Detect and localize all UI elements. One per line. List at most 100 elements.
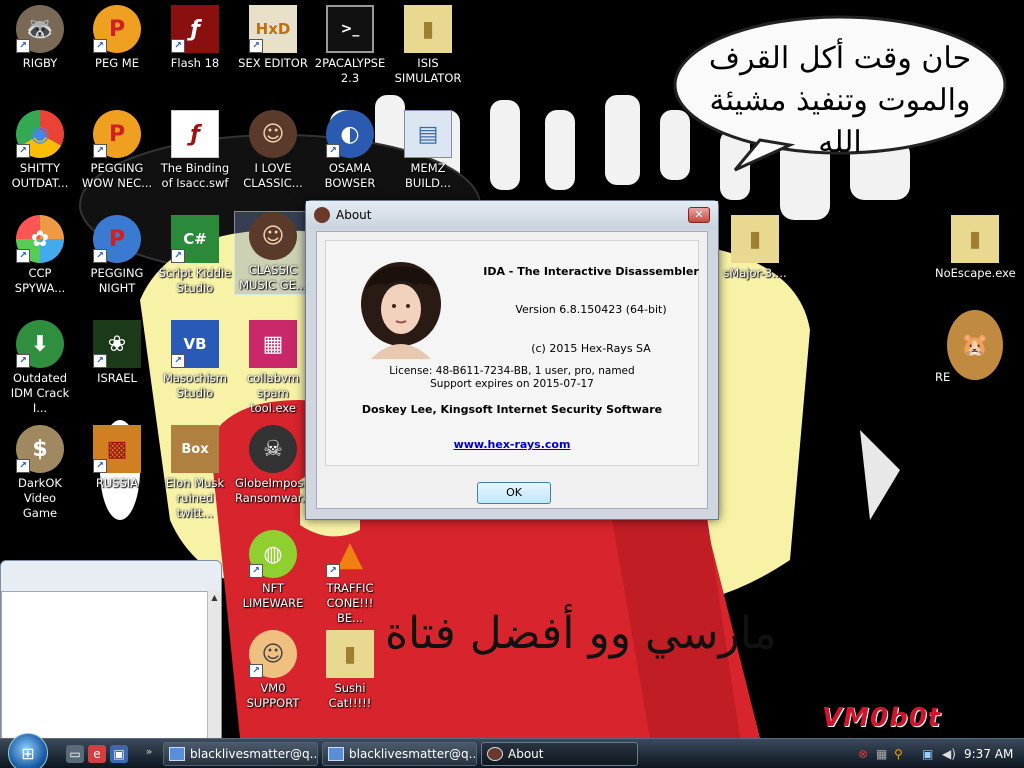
background-window[interactable]: ▲ bbox=[0, 560, 222, 739]
vertical-scrollbar[interactable]: ▲ bbox=[207, 591, 221, 739]
close-icon: ✕ bbox=[694, 208, 704, 221]
volume-icon[interactable]: ◀) bbox=[942, 743, 956, 765]
copyright-text: (c) 2015 Hex-Rays SA bbox=[531, 342, 651, 355]
monitor-icon: ▦ bbox=[249, 320, 297, 368]
shortcut-arrow-icon: ↗ bbox=[171, 39, 185, 53]
desktop-icon-shitty-outdated[interactable]: ◉ ↗ SHITTY OUTDAT... bbox=[2, 110, 78, 191]
desktop-icon-smajor[interactable]: ▮ sMajor-3.... bbox=[715, 215, 795, 281]
search-tray-icon[interactable]: ⚲ bbox=[894, 743, 903, 765]
scroll-up-arrow-icon[interactable]: ▲ bbox=[208, 593, 221, 602]
ida-portrait-icon bbox=[314, 207, 330, 223]
taskbar-button-about[interactable]: About bbox=[481, 742, 638, 766]
close-button[interactable]: ✕ bbox=[688, 207, 710, 223]
shortcut-arrow-icon: ↗ bbox=[171, 354, 185, 368]
desktop-icon-script-kiddie-studio[interactable]: C# ↗ Script Kiddie Studio bbox=[157, 215, 233, 296]
website-link[interactable]: www.hex-rays.com bbox=[326, 438, 698, 451]
money-bag-icon: $ ↗ bbox=[16, 425, 64, 473]
internet-explorer-icon[interactable]: e bbox=[88, 745, 106, 763]
desktop-icon-nft-limeware[interactable]: ◍ ↗ NFT LIMEWARE bbox=[235, 530, 311, 611]
desktop-icon-pegging-night[interactable]: P ↗ PEGGING NIGHT bbox=[79, 215, 155, 296]
desktop-icon-collabvm-spam[interactable]: ▦ collabvm spam tool.exe bbox=[235, 320, 311, 416]
desktop-icon-classic-music[interactable]: ☺ CLASSIC MUSIC GE... bbox=[234, 211, 312, 295]
peggle-icon: P ↗ bbox=[93, 215, 141, 263]
shortcut-arrow-icon: ↗ bbox=[93, 354, 107, 368]
shortcut-arrow-icon: ↗ bbox=[171, 249, 185, 263]
speech-bubble-text: حان وقت أكل القرف والموت وتنفيذ مشيئة ال… bbox=[708, 41, 972, 160]
desktop-icon-2pacalypse[interactable]: >_ 2PACALYPSE 2.3 bbox=[312, 5, 388, 86]
window-app-icon: ▤ bbox=[404, 110, 452, 158]
desktop-icon-sushi-cat[interactable]: ▮ Sushi Cat!!!!! bbox=[312, 630, 388, 711]
support-person-icon: ☺ ↗ bbox=[249, 630, 297, 678]
folder-window-icon bbox=[328, 747, 344, 761]
support-expiry-line: Support expires on 2015-07-17 bbox=[430, 378, 594, 390]
desktop-icon-osama-bowser[interactable]: ◐ ↗ OSAMA BOWSER bbox=[312, 110, 388, 191]
desktop-icon-i-love-classic[interactable]: ☺ I LOVE CLASSIC... bbox=[235, 110, 311, 191]
security-alert-icon[interactable]: ⊗ bbox=[858, 743, 868, 765]
network-icon[interactable]: ▣ bbox=[922, 743, 933, 765]
ida-portrait-icon bbox=[487, 747, 503, 761]
about-dialog: About ✕ IDA - The Interactive Disassembl… bbox=[305, 200, 719, 520]
about-titlebar[interactable]: About bbox=[306, 201, 718, 229]
taskbar-button-explorer-1[interactable]: blacklivesmatter@q... bbox=[163, 742, 318, 766]
tray-app-icon[interactable]: ▦ bbox=[876, 743, 887, 765]
desktop-icon-pegging-wow[interactable]: P ↗ PEGGING WOW NEC... bbox=[79, 110, 155, 191]
chrome-icon: ◉ ↗ bbox=[16, 110, 64, 158]
show-desktop-icon[interactable]: ▭ bbox=[66, 745, 84, 763]
start-button[interactable]: ⊞ bbox=[8, 733, 48, 768]
desktop-icon-noescape[interactable]: ▮ NoEscape.exe bbox=[935, 215, 1016, 281]
folder-window-icon bbox=[169, 747, 185, 761]
hamster-icon: 🐹 bbox=[947, 310, 1003, 380]
csharp-icon: C# ↗ bbox=[171, 215, 219, 263]
lime-icon: ◍ ↗ bbox=[249, 530, 297, 578]
quicklaunch-overflow-icon[interactable]: » bbox=[140, 743, 158, 761]
desktop-icon-isis-simulator[interactable]: ▮ ISIS SIMULATOR bbox=[390, 5, 466, 86]
about-info-panel: IDA - The Interactive Disassembler Versi… bbox=[325, 240, 699, 466]
shortcut-arrow-icon: ↗ bbox=[16, 39, 30, 53]
wallpaper-watermark: VM0b0t bbox=[822, 703, 942, 733]
desktop-icon-binding-of-isaac[interactable]: ƒ The Binding of Isacc.swf bbox=[157, 110, 233, 191]
desktop-icon-rigby[interactable]: 🦝 ↗ RIGBY bbox=[2, 5, 78, 71]
desktop-icon-flash-18[interactable]: ƒ ↗ Flash 18 bbox=[157, 5, 233, 71]
desktop-icon-vm0-support[interactable]: ☺ ↗ VM0 SUPPORT bbox=[235, 630, 311, 711]
portrait-icon: ☺ bbox=[249, 212, 297, 260]
console-icon: >_ bbox=[326, 5, 374, 53]
about-client-area: IDA - The Interactive Disassembler Versi… bbox=[316, 231, 708, 509]
desktop-icon-re[interactable]: 🐹 RE bbox=[935, 310, 1015, 385]
shortcut-arrow-icon: ↗ bbox=[16, 144, 30, 158]
obama-logo-icon: ◐ ↗ bbox=[326, 110, 374, 158]
desktop-icon-peg-me[interactable]: P ↗ PEG ME bbox=[79, 5, 155, 71]
peggle-icon: P ↗ bbox=[93, 110, 141, 158]
switch-windows-icon[interactable]: ▣ bbox=[110, 745, 128, 763]
desktop-icon-darkok[interactable]: $ ↗ DarkOK Video Game bbox=[2, 425, 78, 521]
peggle-icon: P ↗ bbox=[93, 5, 141, 53]
taskbar-button-explorer-2[interactable]: blacklivesmatter@q... bbox=[322, 742, 477, 766]
desktop-icon-masochism-studio[interactable]: VB ↗ Masochism Studio bbox=[157, 320, 233, 401]
desktop-icon-sex-editor[interactable]: HxD ↗ SEX EDITOR bbox=[235, 5, 311, 71]
folder-icon: ▮ bbox=[326, 630, 374, 678]
vb-icon: VB ↗ bbox=[171, 320, 219, 368]
system-clock[interactable]: 9:37 AM bbox=[964, 743, 1013, 765]
shortcut-arrow-icon: ↗ bbox=[249, 664, 263, 678]
desktop-icon-elon-musk[interactable]: Box Elon Musk ruined twitt... bbox=[157, 425, 233, 521]
desktop-icon-russia[interactable]: ▩ ↗ RUSSIA bbox=[79, 425, 155, 491]
folder-icon: ▮ bbox=[951, 215, 999, 263]
wallpaper-caption: مارسي وو أفضل فتاة bbox=[385, 608, 777, 659]
shortcut-arrow-icon: ↗ bbox=[93, 459, 107, 473]
shortcut-arrow-icon: ↗ bbox=[16, 459, 30, 473]
license-info: License: 48-B611-7234-BB, 1 user, pro, n… bbox=[326, 365, 698, 391]
shortcut-arrow-icon: ↗ bbox=[249, 39, 263, 53]
desktop-icon-traffic-cone[interactable]: ▲ ↗ TRAFFIC CONE!!! BE... bbox=[312, 530, 388, 626]
window-content-area[interactable] bbox=[1, 591, 213, 739]
desktop-icon-globeimposter[interactable]: ☠ GlobeImpos... Ransomwar... bbox=[235, 425, 314, 506]
game-box-icon: ▩ ↗ bbox=[93, 425, 141, 473]
desktop-icon-israel[interactable]: ❀ ↗ ISRAEL bbox=[79, 320, 155, 386]
desktop-icon-memz-build[interactable]: ▤ MEMZ BUILD... bbox=[390, 110, 466, 191]
hxd-icon: HxD ↗ bbox=[249, 5, 297, 53]
folder-icon: ▮ bbox=[404, 5, 452, 53]
about-title: About bbox=[336, 208, 372, 222]
ok-button[interactable]: OK bbox=[477, 482, 551, 504]
flash-icon: ƒ ↗ bbox=[171, 5, 219, 53]
desktop-icon-ccp-spyware[interactable]: ✿ ↗ CCP SPYWA... bbox=[2, 215, 78, 296]
raccoon-icon: 🦝 ↗ bbox=[16, 5, 64, 53]
desktop-icon-outdated-idm[interactable]: ⬇ ↗ Outdated IDM Crack I... bbox=[2, 320, 78, 416]
